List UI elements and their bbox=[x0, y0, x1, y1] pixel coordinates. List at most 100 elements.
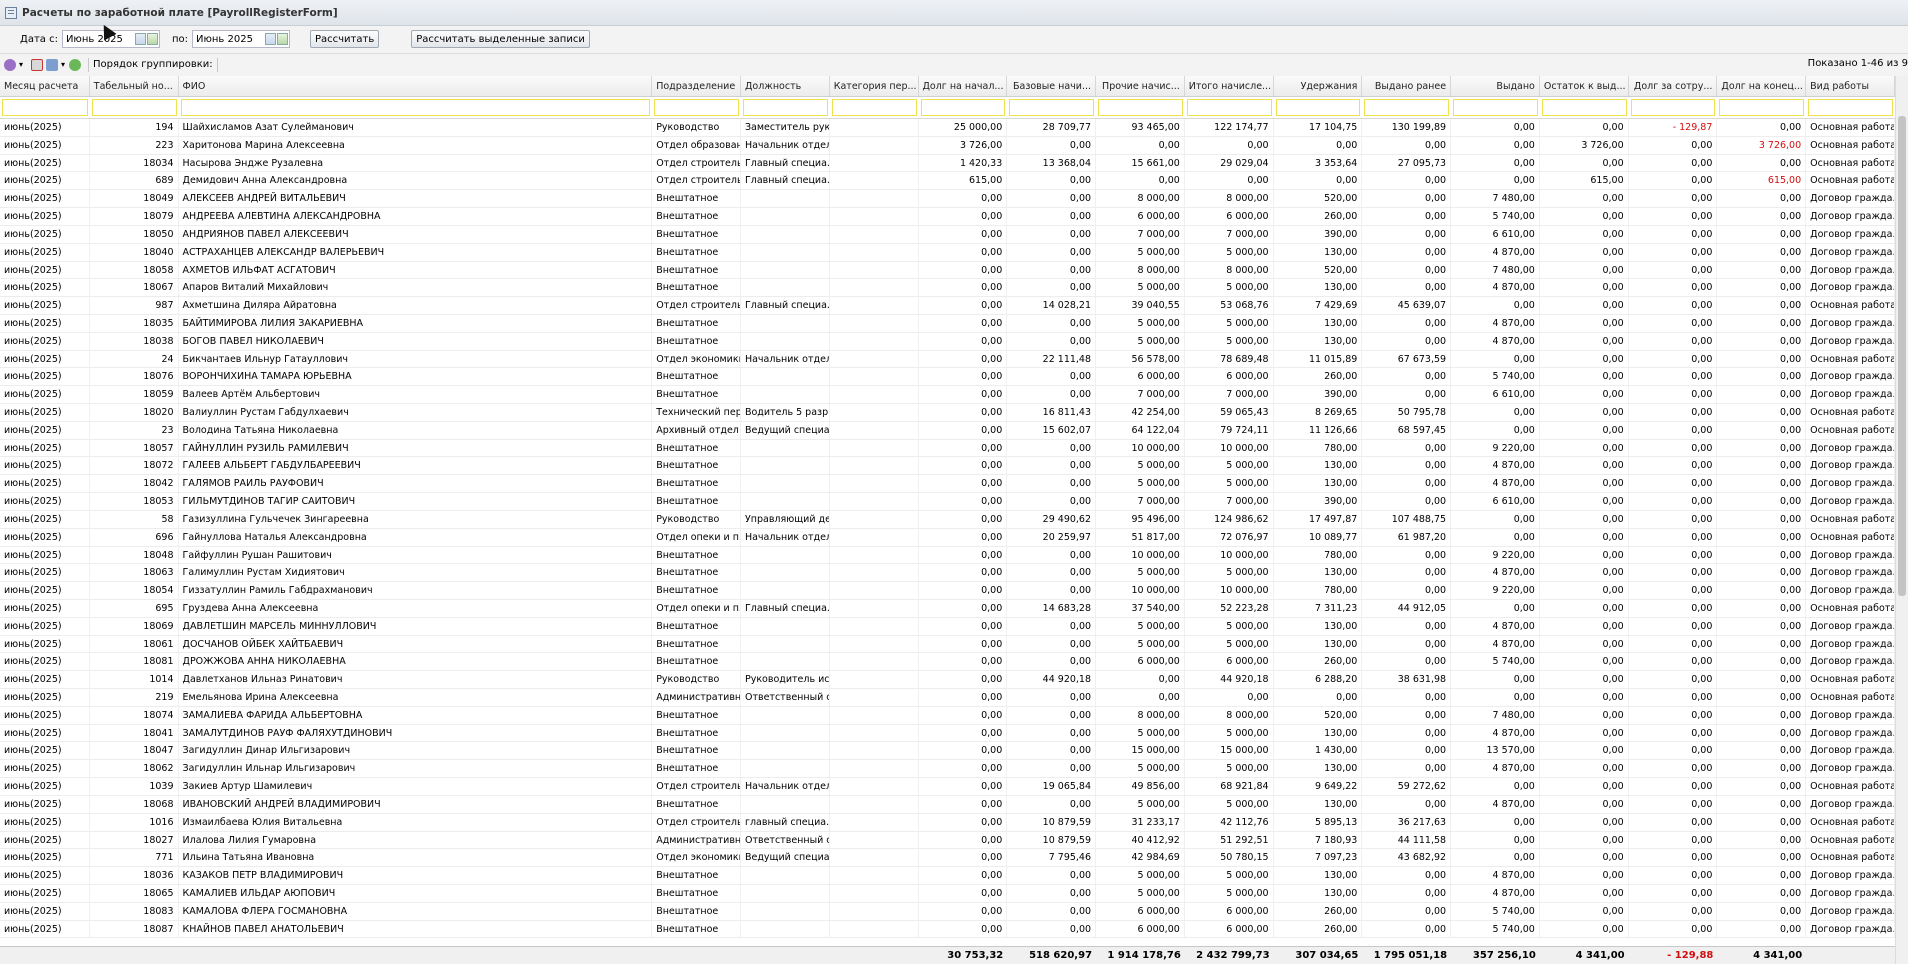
column-header[interactable]: Итого начисле... bbox=[1185, 76, 1274, 96]
column-filter-input[interactable] bbox=[920, 99, 1006, 116]
add-record-icon[interactable] bbox=[4, 58, 16, 71]
column-filter-input[interactable] bbox=[1186, 99, 1272, 116]
table-cell bbox=[741, 225, 830, 243]
table-row[interactable]: июнь(2025) 18067 Апаров Виталий Михайлович… bbox=[0, 279, 1895, 298]
table-row[interactable]: июнь(2025) 18065 КАМАЛИЕВ ИЛЬДАР АЮПОВИЧ Вн… bbox=[0, 884, 1895, 903]
column-filter-input[interactable] bbox=[654, 99, 740, 116]
table-row[interactable]: июнь(2025) 987 Ахметшина Диляра Айратовна О… bbox=[0, 297, 1895, 315]
table-row[interactable]: июнь(2025) 194 Шайхисламов Азат Сулейманов… bbox=[0, 119, 1895, 137]
table-row[interactable]: июнь(2025) 18040 АСТРАХАНЦЕВ АЛЕКСАНДР ВАЛ… bbox=[0, 243, 1895, 262]
column-filter-input[interactable] bbox=[180, 99, 651, 116]
table-row[interactable]: июнь(2025) 1039 Закиев Артур Шамилевич Отде… bbox=[0, 778, 1895, 796]
table-row[interactable]: июнь(2025) 58 Газизуллина Гульчечек Зингар… bbox=[0, 510, 1895, 529]
table-row[interactable]: июнь(2025) 18036 КАЗАКОВ ПЕТР ВЛАДИМИРОВИЧ… bbox=[0, 867, 1895, 885]
column-header[interactable]: Удержания bbox=[1274, 76, 1363, 96]
table-row[interactable]: июнь(2025) 18068 ИВАНОВСКИЙ АНДРЕЙ ВЛАДИМИ… bbox=[0, 795, 1895, 814]
column-filter-input[interactable] bbox=[1009, 99, 1095, 116]
table-row[interactable]: июнь(2025) 18027 Илалова Лилия Гумаровна Ад… bbox=[0, 831, 1895, 850]
table-row[interactable]: июнь(2025) 771 Ильина Татьяна Ивановна Отде… bbox=[0, 849, 1895, 868]
table-row[interactable]: июнь(2025) 18049 АЛЕКСЕЕВ АНДРЕЙ ВИТАЛЬЕВИ… bbox=[0, 190, 1895, 209]
column-header[interactable]: Долг на конец... bbox=[1717, 76, 1807, 96]
clear-date-icon[interactable] bbox=[276, 33, 288, 45]
column-header[interactable]: Базовые начи... bbox=[1007, 76, 1097, 96]
table-row[interactable]: июнь(2025) 223 Харитонова Марина Алексеевн… bbox=[0, 136, 1895, 155]
refresh-icon[interactable] bbox=[69, 58, 82, 71]
date-to-field[interactable]: Июнь 2025 bbox=[191, 30, 290, 48]
column-filter-input[interactable] bbox=[1808, 99, 1893, 116]
table-row[interactable]: июнь(2025) 18059 Валеев Артём Альбертович В… bbox=[0, 386, 1895, 404]
table-row[interactable]: июнь(2025) 18081 ДРОЖЖОВА АННА НИКОЛАЕВНА В… bbox=[0, 653, 1895, 672]
table-row[interactable]: июнь(2025) 696 Гайнуллова Наталья Александ… bbox=[0, 528, 1895, 547]
calculate-selected-button[interactable]: Рассчитать выделенные записи bbox=[411, 30, 590, 48]
table-row[interactable]: июнь(2025) 18062 Загидуллин Ильнар Ильгиза… bbox=[0, 760, 1895, 779]
table-row[interactable]: июнь(2025) 18072 ГАЛЕЕВ АЛЬБЕРТ ГАБДУЛБАРЕ… bbox=[0, 457, 1895, 476]
column-header[interactable]: Выдано ранее bbox=[1362, 76, 1452, 96]
table-row[interactable]: июнь(2025) 18048 Гайфуллин Рушан Рашитович… bbox=[0, 546, 1895, 565]
column-header[interactable]: ФИО bbox=[179, 76, 653, 96]
table-row[interactable]: июнь(2025) 18035 БАЙТИМИРОВА ЛИЛИЯ ЗАКАРИЕ… bbox=[0, 314, 1895, 333]
table-row[interactable]: июнь(2025) 18034 Насырова Эндже Рузалевна О… bbox=[0, 154, 1895, 173]
scrollbar-thumb[interactable] bbox=[1898, 116, 1906, 596]
table-row[interactable]: июнь(2025) 18047 Загидуллин Динар Ильгизар… bbox=[0, 742, 1895, 761]
table-row[interactable]: июнь(2025) 18050 АНДРИЯНОВ ПАВЕЛ АЛЕКСЕЕВИ… bbox=[0, 225, 1895, 244]
column-header[interactable]: Прочие начис... bbox=[1096, 76, 1185, 96]
table-cell bbox=[741, 653, 830, 671]
calendar-icon[interactable] bbox=[134, 33, 146, 45]
column-filter-input[interactable] bbox=[1275, 99, 1361, 116]
table-row[interactable]: июнь(2025) 1016 Измаилбаева Юлия Витальевн… bbox=[0, 813, 1895, 832]
table-row[interactable]: июнь(2025) 219 Емельянова Ирина Алексеевна… bbox=[0, 689, 1895, 707]
vertical-scrollbar[interactable] bbox=[1895, 76, 1908, 964]
chevron-down-icon[interactable]: ▾ bbox=[61, 60, 65, 69]
calendar-icon[interactable] bbox=[264, 33, 276, 45]
column-header[interactable]: Вид работы bbox=[1806, 76, 1895, 96]
column-filter-input[interactable] bbox=[1098, 99, 1183, 116]
column-filter-input[interactable] bbox=[1364, 99, 1450, 116]
table-row[interactable]: июнь(2025) 18076 ВОРОНЧИХИНА ТАМАРА ЮРЬЕВН… bbox=[0, 368, 1895, 387]
column-header[interactable]: Категория пер... bbox=[830, 76, 919, 96]
clear-filter-icon[interactable] bbox=[31, 58, 44, 71]
column-filter-input[interactable] bbox=[2, 99, 88, 116]
column-filter-input[interactable] bbox=[91, 99, 177, 116]
table-row[interactable]: июнь(2025) 18069 ДАВЛЕТШИН МАРСЕЛЬ МИННУЛЛ… bbox=[0, 617, 1895, 636]
column-header[interactable]: Должность bbox=[741, 76, 830, 96]
table-row[interactable]: июнь(2025) 24 Бикчантаев Ильнур Гатауллови… bbox=[0, 350, 1895, 369]
table-row[interactable]: июнь(2025) 18053 ГИЛЬМУТДИНОВ ТАГИР САИТОВ… bbox=[0, 493, 1895, 511]
clear-date-icon[interactable] bbox=[146, 33, 158, 45]
table-row[interactable]: июнь(2025) 18058 АХМЕТОВ ИЛЬФАТ АСГАТОВИЧ В… bbox=[0, 261, 1895, 280]
print-icon[interactable] bbox=[46, 58, 59, 71]
table-row[interactable]: июнь(2025) 18041 ЗАМАЛУТДИНОВ РАУФ ФАЛЯХУТ… bbox=[0, 724, 1895, 743]
table-row[interactable]: июнь(2025) 18087 КНАЙНОВ ПАВЕЛ АНАТОЛЬЕВИЧ… bbox=[0, 920, 1895, 939]
table-cell: Володина Татьяна Николаевна bbox=[179, 421, 653, 439]
table-row[interactable]: июнь(2025) 18083 КАМАЛОВА ФЛЕРА ГОСМАНОВНА… bbox=[0, 902, 1895, 921]
column-filter-input[interactable] bbox=[831, 99, 917, 116]
table-row[interactable]: июнь(2025) 1014 Давлетханов Ильназ Ринатов… bbox=[0, 671, 1895, 689]
column-filter-input[interactable] bbox=[1541, 99, 1627, 116]
table-row[interactable]: июнь(2025) 18054 Гиззатуллин Рамиль Габдра… bbox=[0, 582, 1895, 600]
table-row[interactable]: июнь(2025) 695 Груздева Анна Алексеевна Отд… bbox=[0, 599, 1895, 618]
table-row[interactable]: июнь(2025) 18063 Галимуллин Рустам Хидиято… bbox=[0, 564, 1895, 583]
column-header[interactable]: Выдано bbox=[1451, 76, 1540, 96]
column-header[interactable]: Месяц расчета bbox=[0, 76, 90, 96]
table-row[interactable]: июнь(2025) 23 Володина Татьяна Николаевна А… bbox=[0, 421, 1895, 440]
table-row[interactable]: июнь(2025) 689 Демидович Анна Александровн… bbox=[0, 172, 1895, 191]
calculate-button[interactable]: Рассчитать bbox=[309, 30, 380, 48]
column-filter-input[interactable] bbox=[1719, 99, 1805, 116]
table-row[interactable]: июнь(2025) 18057 ГАЙНУЛЛИН РУЗИЛЬ РАМИЛЕВИ… bbox=[0, 439, 1895, 458]
table-cell: Основная работа bbox=[1806, 831, 1895, 849]
table-row[interactable]: июнь(2025) 18079 АНДРЕЕВА АЛЕВТИНА АЛЕКСАН… bbox=[0, 208, 1895, 226]
table-row[interactable]: июнь(2025) 18074 ЗАМАЛИЕВА ФАРИДА АЛЬБЕРТО… bbox=[0, 706, 1895, 725]
column-filter-input[interactable] bbox=[1453, 99, 1538, 116]
table-row[interactable]: июнь(2025) 18038 БОГОВ ПАВЕЛ НИКОЛАЕВИЧ Вне… bbox=[0, 332, 1895, 351]
column-filter-cell bbox=[1096, 97, 1185, 118]
column-header[interactable]: Табельный но... bbox=[90, 76, 179, 96]
column-header[interactable]: Долг за сотру... bbox=[1629, 76, 1718, 96]
table-row[interactable]: июнь(2025) 18042 ГАЛЯМОВ РАИЛЬ РАУФОВИЧ Вне… bbox=[0, 475, 1895, 494]
column-header[interactable]: Подразделение bbox=[652, 76, 741, 96]
column-header[interactable]: Остаток к выд... bbox=[1540, 76, 1629, 96]
column-filter-input[interactable] bbox=[1630, 99, 1716, 116]
table-row[interactable]: июнь(2025) 18061 ДОСЧАНОВ ОЙБЕК ХАЙТБАЕВИЧ… bbox=[0, 635, 1895, 654]
column-header[interactable]: Долг на начал... bbox=[919, 76, 1008, 96]
table-row[interactable]: июнь(2025) 18020 Валиуллин Рустам Габдулха… bbox=[0, 404, 1895, 422]
column-filter-input[interactable] bbox=[743, 99, 828, 116]
chevron-down-icon[interactable]: ▾ bbox=[19, 60, 23, 69]
